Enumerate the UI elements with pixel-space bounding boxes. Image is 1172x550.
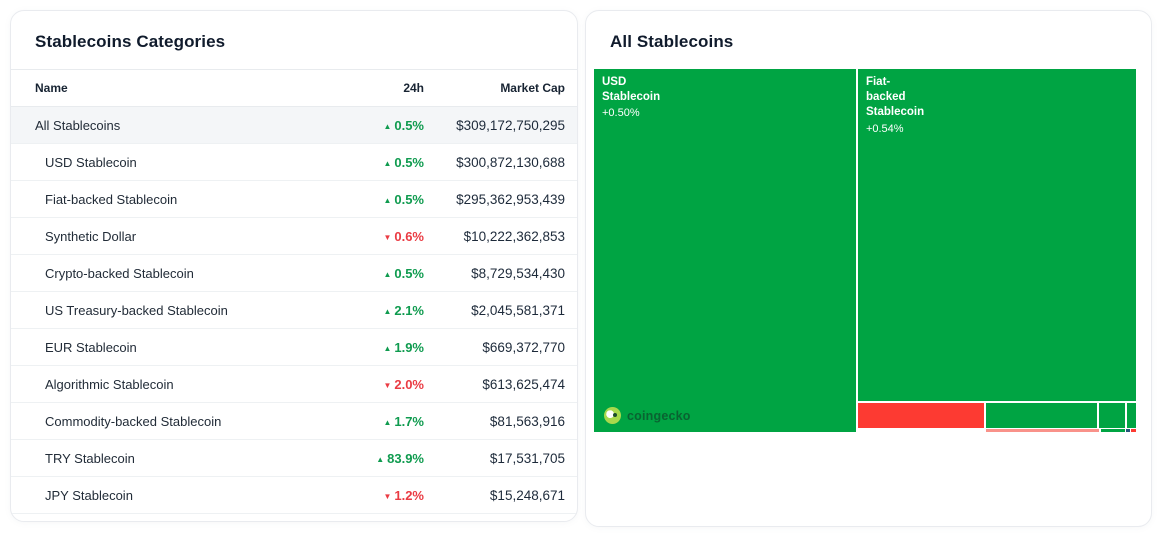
table-row[interactable]: Fiat-backed Stablecoin ▲ 0.5% $295,362,953,… — [11, 180, 577, 218]
treemap-cell-eur-stablecoin[interactable] — [1126, 402, 1137, 430]
categories-table: Name 24h Market Cap All Stablecoins ▲ 0.5%… — [11, 69, 577, 514]
change-24h: ▲ 83.9% — [314, 439, 424, 477]
treemap-cell-jpy-stablecoin[interactable] — [1130, 428, 1137, 433]
category-name[interactable]: TRY Stablecoin — [11, 439, 314, 477]
market-cap: $613,625,474 — [424, 365, 577, 403]
table-row[interactable]: USD Stablecoin ▲ 0.5% $300,872,130,688 — [11, 143, 577, 181]
category-name[interactable]: Fiat-backed Stablecoin — [11, 180, 314, 218]
treemap-title: All Stablecoins — [610, 32, 734, 51]
treemap-cell-crypto-backed-stablecoin[interactable] — [985, 402, 1098, 430]
up-arrow-icon: ▲ — [383, 121, 392, 131]
table-row[interactable]: Crypto-backed Stablecoin ▲ 0.5% $8,729,534,… — [11, 254, 577, 292]
treemap-cell-synthetic-dollar[interactable] — [856, 402, 986, 430]
column-header-market-cap[interactable]: Market Cap — [424, 69, 577, 107]
market-cap: $8,729,534,430 — [424, 254, 577, 292]
change-24h: ▲ 0.5% — [314, 143, 424, 181]
up-arrow-icon: ▲ — [383, 306, 392, 316]
categories-table-body: All Stablecoins ▲ 0.5% $309,172,750,295 USD … — [11, 106, 577, 514]
coingecko-watermark-text: coingecko — [627, 408, 691, 423]
change-24h: ▼ 1.2% — [314, 476, 424, 514]
category-name[interactable]: US Treasury-backed Stablecoin — [11, 291, 314, 329]
table-row[interactable]: All Stablecoins ▲ 0.5% $309,172,750,295 — [11, 106, 577, 144]
page-title: Stablecoins Categories — [35, 32, 226, 51]
change-24h: ▲ 1.9% — [314, 328, 424, 366]
column-header-name[interactable]: Name — [11, 69, 314, 107]
table-row[interactable]: Synthetic Dollar ▼ 0.6% $10,222,362,853 — [11, 217, 577, 255]
table-row[interactable]: Algorithmic Stablecoin ▼ 2.0% $613,625,474 — [11, 365, 577, 403]
market-cap: $15,248,671 — [424, 476, 577, 514]
treemap-cell-try-stablecoin[interactable] — [1125, 428, 1131, 433]
change-24h: ▼ 2.0% — [314, 365, 424, 403]
table-header-row: Name 24h Market Cap — [11, 69, 577, 107]
category-name[interactable]: Commodity-backed Stablecoin — [11, 402, 314, 440]
treemap-cell-label: Fiat-backed Stablecoin +0.54% — [865, 76, 925, 135]
change-24h: ▲ 0.5% — [314, 254, 424, 292]
category-name[interactable]: Crypto-backed Stablecoin — [11, 254, 314, 292]
category-name[interactable]: JPY Stablecoin — [11, 476, 314, 514]
market-cap: $2,045,581,371 — [424, 291, 577, 329]
market-cap: $81,563,916 — [424, 402, 577, 440]
category-name[interactable]: Synthetic Dollar — [11, 217, 314, 255]
coingecko-logo-icon — [604, 407, 621, 424]
market-cap: $17,531,705 — [424, 439, 577, 477]
change-24h: ▲ 0.5% — [314, 180, 424, 218]
column-header-24h[interactable]: 24h — [314, 69, 424, 107]
market-cap: $300,872,130,688 — [424, 143, 577, 181]
change-24h: ▲ 2.1% — [314, 291, 424, 329]
treemap-cell-usd-stablecoin[interactable]: USD Stablecoin +0.50% — [593, 68, 857, 433]
category-name[interactable]: EUR Stablecoin — [11, 328, 314, 366]
treemap-cell-fiat-backed-stablecoin[interactable]: Fiat-backed Stablecoin +0.54% — [856, 67, 1137, 403]
all-stablecoins-panel: All Stablecoins coingecko USD Stablecoin +… — [585, 10, 1152, 527]
treemap-cell-change: +0.54% — [865, 122, 904, 135]
change-24h: ▼ 0.6% — [314, 217, 424, 255]
market-cap: $295,362,953,439 — [424, 180, 577, 218]
table-row[interactable]: JPY Stablecoin ▼ 1.2% $15,248,671 — [11, 476, 577, 514]
stablecoins-categories-panel: Stablecoins Categories Name 24h Market C… — [10, 10, 578, 522]
treemap-cell-algorithmic-stablecoin[interactable] — [985, 428, 1101, 433]
up-arrow-icon: ▲ — [383, 269, 392, 279]
category-name[interactable]: USD Stablecoin — [11, 143, 314, 181]
up-arrow-icon: ▲ — [383, 158, 392, 168]
category-name[interactable]: Algorithmic Stablecoin — [11, 365, 314, 403]
down-arrow-icon: ▼ — [383, 232, 392, 242]
table-row[interactable]: EUR Stablecoin ▲ 1.9% $669,372,770 — [11, 328, 577, 366]
change-24h: ▲ 0.5% — [314, 106, 424, 144]
treemap-cell-commodity-backed-stablecoin[interactable] — [1100, 428, 1127, 433]
treemap-cell-change: +0.50% — [602, 107, 640, 120]
treemap-cell-us-treasury-backed-stablecoin[interactable] — [1098, 402, 1127, 430]
change-24h: ▲ 1.7% — [314, 402, 424, 440]
coingecko-watermark: coingecko — [604, 407, 691, 424]
down-arrow-icon: ▼ — [383, 380, 392, 390]
table-row[interactable]: TRY Stablecoin ▲ 83.9% $17,531,705 — [11, 439, 577, 477]
treemap-cell-label: USD Stablecoin +0.50% — [602, 76, 661, 120]
treemap: coingecko USD Stablecoin +0.50% Fiat-backed… — [593, 67, 1137, 433]
table-row[interactable]: US Treasury-backed Stablecoin ▲ 2.1% $2,045… — [11, 291, 577, 329]
category-name[interactable]: All Stablecoins — [11, 106, 314, 144]
up-arrow-icon: ▲ — [383, 195, 392, 205]
market-cap: $669,372,770 — [424, 328, 577, 366]
up-arrow-icon: ▲ — [383, 343, 392, 353]
market-cap: $309,172,750,295 — [424, 106, 577, 144]
up-arrow-icon: ▲ — [376, 454, 385, 464]
up-arrow-icon: ▲ — [383, 417, 392, 427]
market-cap: $10,222,362,853 — [424, 217, 577, 255]
down-arrow-icon: ▼ — [383, 491, 392, 501]
table-row[interactable]: Commodity-backed Stablecoin ▲ 1.7% $81,563,… — [11, 402, 577, 440]
